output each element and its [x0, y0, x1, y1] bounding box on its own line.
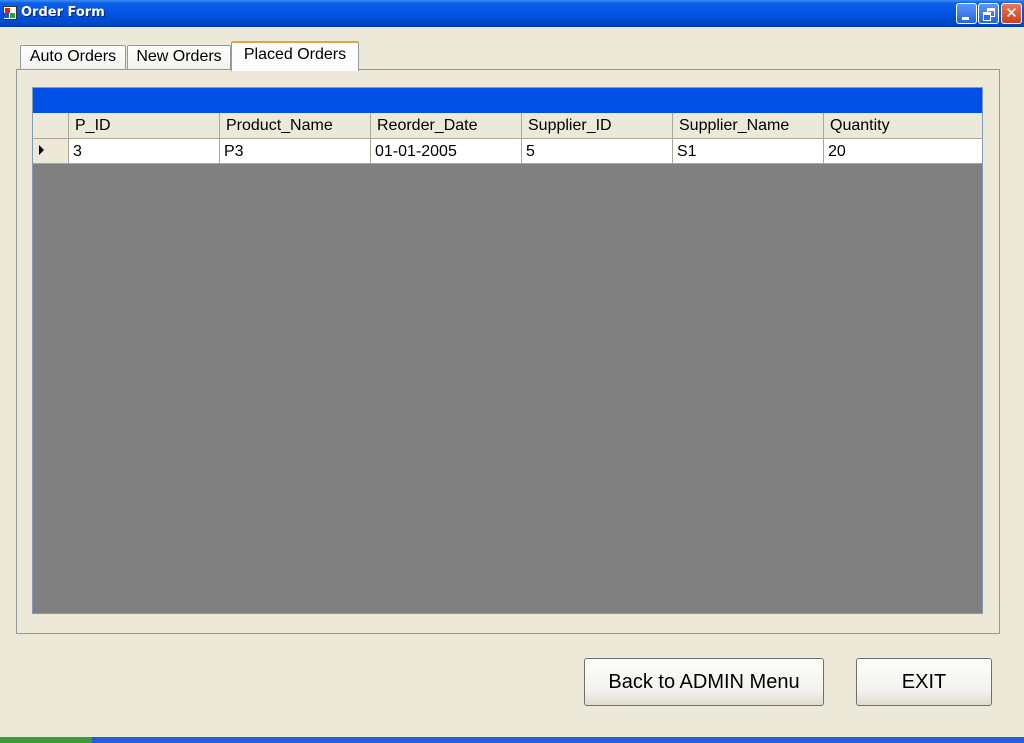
cell-supplier-name[interactable]: S1: [673, 139, 824, 163]
tab-placed-orders[interactable]: Placed Orders: [231, 41, 359, 71]
column-header-supplier-id[interactable]: Supplier_ID: [522, 113, 673, 138]
restore-button[interactable]: [978, 3, 999, 24]
minimize-icon: [962, 17, 969, 20]
tab-new-orders[interactable]: New Orders: [127, 45, 231, 69]
cell-supplier-id[interactable]: 5: [522, 139, 673, 163]
column-header-supplier-name[interactable]: Supplier_Name: [673, 113, 824, 138]
grid-header-row: P_ID Product_Name Reorder_Date Supplier_…: [33, 113, 982, 139]
current-row-arrow-icon: [39, 145, 44, 155]
column-header-quantity[interactable]: Quantity: [824, 113, 982, 138]
cell-quantity[interactable]: 20: [824, 139, 982, 163]
close-icon: ✕: [1005, 4, 1018, 22]
column-header-product-name[interactable]: Product_Name: [220, 113, 371, 138]
tab-auto-orders[interactable]: Auto Orders: [20, 45, 126, 69]
taskbar-edge: [0, 737, 1024, 743]
grid-caption-bar: [33, 88, 982, 113]
orders-data-grid[interactable]: P_ID Product_Name Reorder_Date Supplier_…: [32, 87, 983, 614]
column-header-reorder-date[interactable]: Reorder_Date: [371, 113, 522, 138]
table-row[interactable]: 3 P3 01-01-2005 5 S1 20: [33, 139, 982, 164]
cell-p-id[interactable]: 3: [69, 139, 220, 163]
cell-product-name[interactable]: P3: [220, 139, 371, 163]
exit-button[interactable]: EXIT: [856, 658, 992, 706]
app-window-icon[interactable]: [3, 6, 17, 20]
header-row-selector: [33, 113, 69, 138]
close-button[interactable]: ✕: [1001, 3, 1022, 24]
back-to-admin-menu-button[interactable]: Back to ADMIN Menu: [584, 658, 824, 706]
cell-reorder-date[interactable]: 01-01-2005: [371, 139, 522, 163]
column-header-p-id[interactable]: P_ID: [69, 113, 220, 138]
minimize-button[interactable]: [956, 3, 977, 24]
window-title: Order Form: [21, 5, 105, 20]
title-bar[interactable]: Order Form ✕: [0, 0, 1024, 27]
restore-icon: [983, 8, 995, 21]
row-selector[interactable]: [33, 139, 69, 163]
